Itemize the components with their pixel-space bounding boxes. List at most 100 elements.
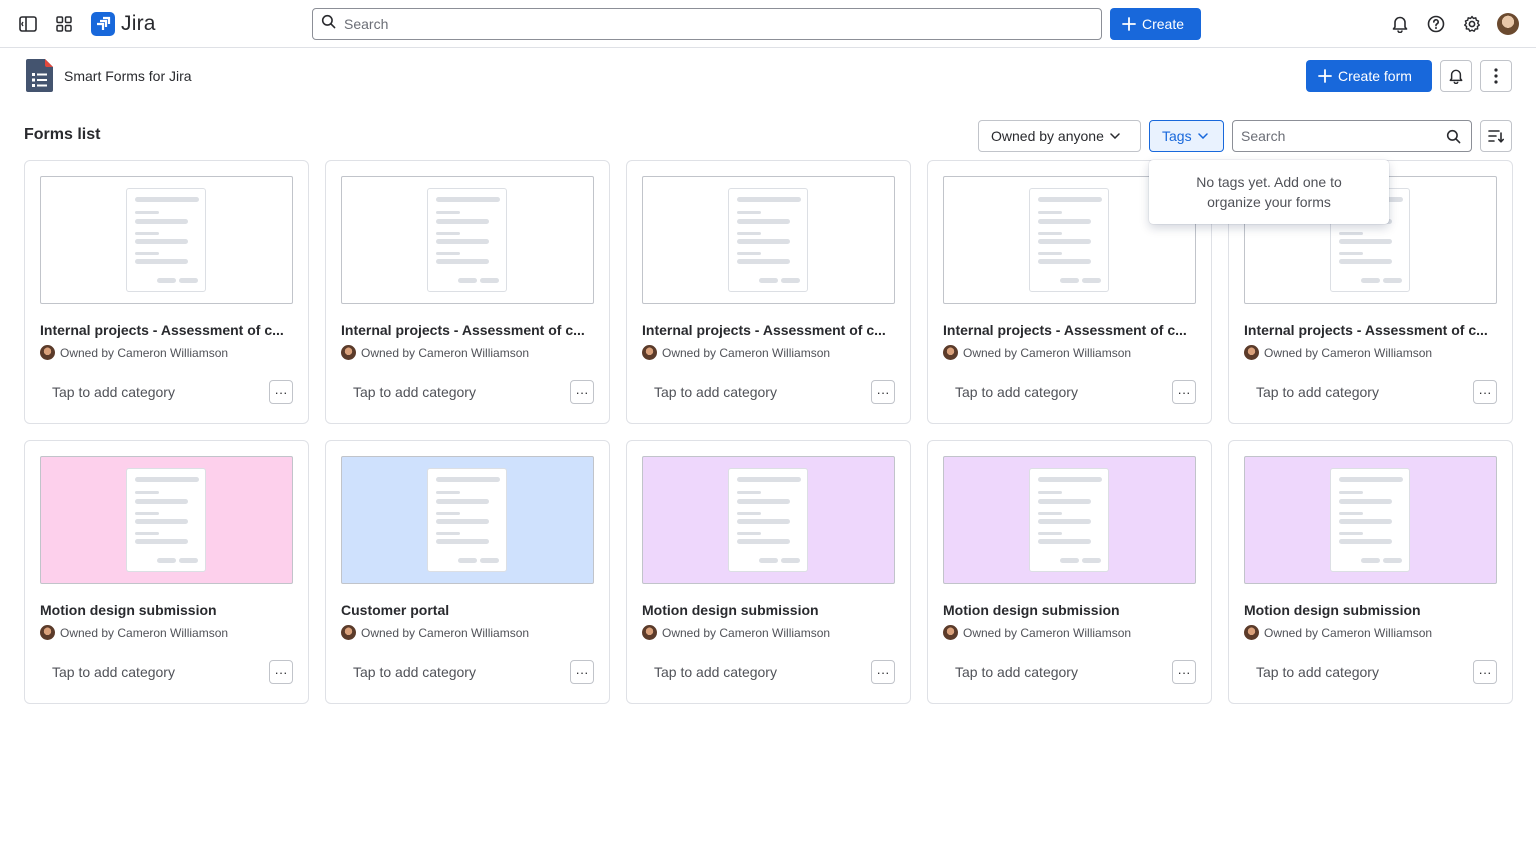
app-notifications-button[interactable] (1440, 60, 1472, 92)
card-more-button[interactable]: ··· (1473, 380, 1497, 404)
card-more-button[interactable]: ··· (570, 660, 594, 684)
owner-name: Owned by Cameron Williamson (1264, 625, 1433, 640)
jira-logo[interactable]: Jira (91, 12, 156, 36)
tags-filter-dropdown[interactable]: Tags (1149, 120, 1224, 152)
owner-name: Owned by Cameron Williamson (662, 345, 831, 360)
plus-icon (1318, 69, 1332, 83)
document-preview-icon (427, 188, 507, 292)
settings-gear-icon[interactable] (1460, 12, 1484, 36)
owner-name: Owned by Cameron Williamson (60, 345, 229, 360)
create-button[interactable]: Create (1110, 8, 1201, 40)
document-preview-icon (427, 468, 507, 572)
form-owner: Owned by Cameron Williamson (642, 625, 830, 640)
form-title: Motion design submission (642, 602, 819, 618)
document-preview-icon (728, 188, 808, 292)
form-owner: Owned by Cameron Williamson (341, 625, 529, 640)
help-icon[interactable] (1424, 12, 1448, 36)
add-category-link[interactable]: Tap to add category (654, 664, 777, 680)
form-card[interactable]: Internal projects - Assessment of c... O… (24, 160, 309, 424)
add-category-link[interactable]: Tap to add category (1256, 664, 1379, 680)
add-category-link[interactable]: Tap to add category (52, 664, 175, 680)
card-more-button[interactable]: ··· (269, 380, 293, 404)
form-card[interactable]: Motion design submission Owned by Camero… (927, 440, 1212, 704)
form-title: Internal projects - Assessment of c... (40, 322, 284, 338)
global-search[interactable] (312, 8, 1102, 40)
owner-avatar (943, 345, 958, 360)
user-avatar[interactable] (1497, 13, 1519, 35)
form-card[interactable]: Customer portal Owned by Cameron William… (325, 440, 610, 704)
form-title: Customer portal (341, 602, 450, 618)
form-title: Motion design submission (40, 602, 217, 618)
add-category-link[interactable]: Tap to add category (52, 384, 175, 400)
create-form-button[interactable]: Create form (1306, 60, 1432, 92)
form-title: Internal projects - Assessment of c... (1244, 322, 1488, 338)
owner-filter-dropdown[interactable]: Owned by anyone (978, 120, 1141, 152)
sort-button[interactable] (1480, 120, 1512, 152)
form-title: Motion design submission (943, 602, 1120, 618)
owner-avatar (341, 345, 356, 360)
form-owner: Owned by Cameron Williamson (40, 345, 228, 360)
form-owner: Owned by Cameron Williamson (1244, 625, 1432, 640)
card-more-button[interactable]: ··· (1172, 660, 1196, 684)
app-header: Smart Forms for Jira Create form (0, 49, 1536, 105)
form-card[interactable]: Motion design submission Owned by Camero… (1228, 440, 1513, 704)
form-title: Internal projects - Assessment of c... (341, 322, 585, 338)
form-card[interactable]: Motion design submission Owned by Camero… (626, 440, 911, 704)
document-preview-icon (1330, 468, 1410, 572)
forms-search-input[interactable] (1241, 128, 1441, 144)
form-owner: Owned by Cameron Williamson (40, 625, 228, 640)
owner-avatar (341, 625, 356, 640)
jira-logo-icon (91, 12, 115, 36)
add-category-link[interactable]: Tap to add category (955, 384, 1078, 400)
create-form-label: Create form (1338, 68, 1412, 84)
tags-popover: No tags yet. Add one to organize your fo… (1149, 160, 1389, 224)
add-category-link[interactable]: Tap to add category (353, 664, 476, 680)
owner-name: Owned by Cameron Williamson (662, 625, 831, 640)
owner-avatar (642, 625, 657, 640)
document-preview-icon (728, 468, 808, 572)
document-preview-icon (126, 188, 206, 292)
form-card[interactable]: Internal projects - Assessment of c... O… (325, 160, 610, 424)
add-category-link[interactable]: Tap to add category (1256, 384, 1379, 400)
form-owner: Owned by Cameron Williamson (943, 345, 1131, 360)
app-more-menu-button[interactable] (1480, 60, 1512, 92)
owner-avatar (943, 625, 958, 640)
card-more-button[interactable]: ··· (269, 660, 293, 684)
add-category-link[interactable]: Tap to add category (955, 664, 1078, 680)
form-thumbnail (40, 456, 293, 584)
document-preview-icon (1029, 468, 1109, 572)
form-title: Motion design submission (1244, 602, 1421, 618)
create-button-label: Create (1142, 16, 1185, 32)
form-thumbnail (40, 176, 293, 304)
card-more-button[interactable]: ··· (570, 380, 594, 404)
form-thumbnail (943, 456, 1196, 584)
brand-name: Jira (121, 12, 156, 35)
chevron-down-icon (1197, 133, 1208, 139)
tags-filter-label: Tags (1162, 128, 1192, 144)
document-preview-icon (126, 468, 206, 572)
smart-forms-logo-icon (26, 59, 53, 92)
form-thumbnail (642, 456, 895, 584)
owner-avatar (1244, 345, 1259, 360)
search-icon (1446, 129, 1461, 149)
forms-search[interactable] (1232, 120, 1472, 152)
app-title: Smart Forms for Jira (64, 68, 192, 84)
form-thumbnail (642, 176, 895, 304)
add-category-link[interactable]: Tap to add category (654, 384, 777, 400)
form-owner: Owned by Cameron Williamson (642, 345, 830, 360)
card-more-button[interactable]: ··· (871, 380, 895, 404)
owner-avatar (1244, 625, 1259, 640)
form-card[interactable]: Motion design submission Owned by Camero… (24, 440, 309, 704)
add-category-link[interactable]: Tap to add category (353, 384, 476, 400)
card-more-button[interactable]: ··· (1473, 660, 1497, 684)
form-owner: Owned by Cameron Williamson (943, 625, 1131, 640)
card-more-button[interactable]: ··· (1172, 380, 1196, 404)
sidebar-toggle-icon[interactable] (16, 12, 40, 36)
app-switcher-icon[interactable] (52, 12, 76, 36)
more-vertical-icon (1494, 68, 1498, 84)
form-card[interactable]: Internal projects - Assessment of c... O… (626, 160, 911, 424)
global-search-input[interactable] (344, 16, 1084, 32)
notifications-icon[interactable] (1388, 12, 1412, 36)
card-more-button[interactable]: ··· (871, 660, 895, 684)
owner-filter-label: Owned by anyone (991, 128, 1104, 144)
